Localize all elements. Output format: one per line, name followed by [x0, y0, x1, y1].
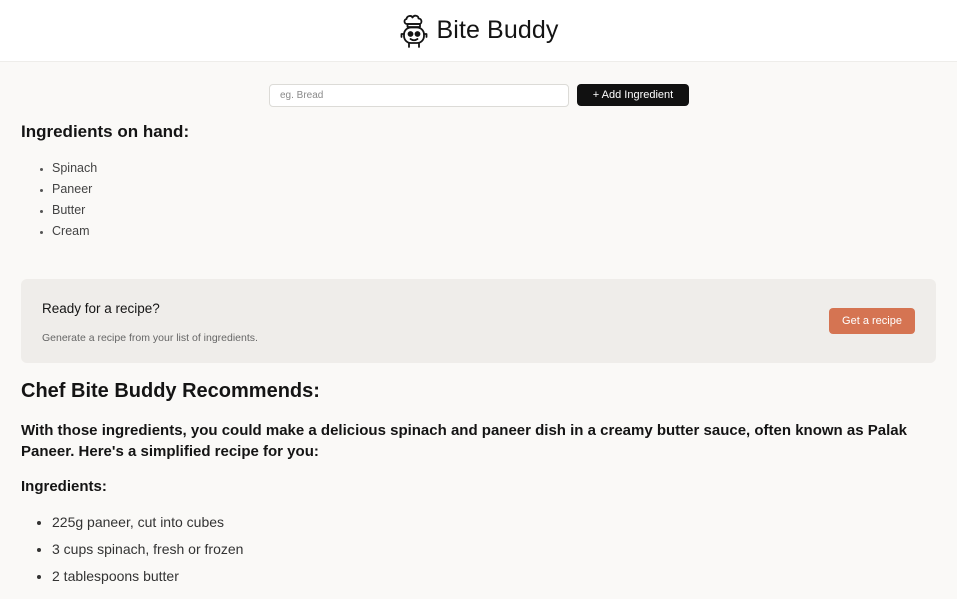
- ingredient-item: Paneer: [52, 181, 97, 202]
- recipe-ingredients-heading: Ingredients:: [21, 478, 107, 495]
- recipe-ingredient-item: 225g paneer, cut into cubes: [52, 513, 243, 540]
- recipe-ingredient-item: 3 cups spinach, fresh or frozen: [52, 540, 243, 567]
- card-title: Ready for a recipe?: [42, 301, 160, 316]
- add-ingredient-row: + Add Ingredient: [269, 84, 689, 107]
- app-header: Bite Buddy: [0, 0, 957, 62]
- recipe-ingredients-list: 225g paneer, cut into cubes 3 cups spina…: [24, 513, 243, 594]
- recommendation-heading: Chef Bite Buddy Recommends:: [21, 380, 320, 402]
- ingredient-input[interactable]: [269, 84, 569, 107]
- ingredient-item: Butter: [52, 202, 97, 223]
- ingredient-item: Cream: [52, 223, 97, 244]
- recommendation-intro: With those ingredients, you could make a…: [21, 422, 907, 460]
- ingredient-item: Spinach: [52, 160, 97, 181]
- get-recipe-button[interactable]: Get a recipe: [829, 308, 915, 334]
- chef-robot-icon: [400, 14, 427, 48]
- card-subtitle: Generate a recipe from your list of ingr…: [42, 332, 258, 344]
- add-ingredient-button[interactable]: + Add Ingredient: [577, 84, 689, 106]
- app-title: Bite Buddy: [436, 16, 559, 44]
- recipe-ingredient-item: 2 tablespoons butter: [52, 567, 243, 594]
- recipe-card: Ready for a recipe? Generate a recipe fr…: [21, 279, 936, 363]
- ingredients-list: Spinach Paneer Butter Cream: [24, 160, 97, 244]
- ingredients-heading: Ingredients on hand:: [21, 122, 190, 141]
